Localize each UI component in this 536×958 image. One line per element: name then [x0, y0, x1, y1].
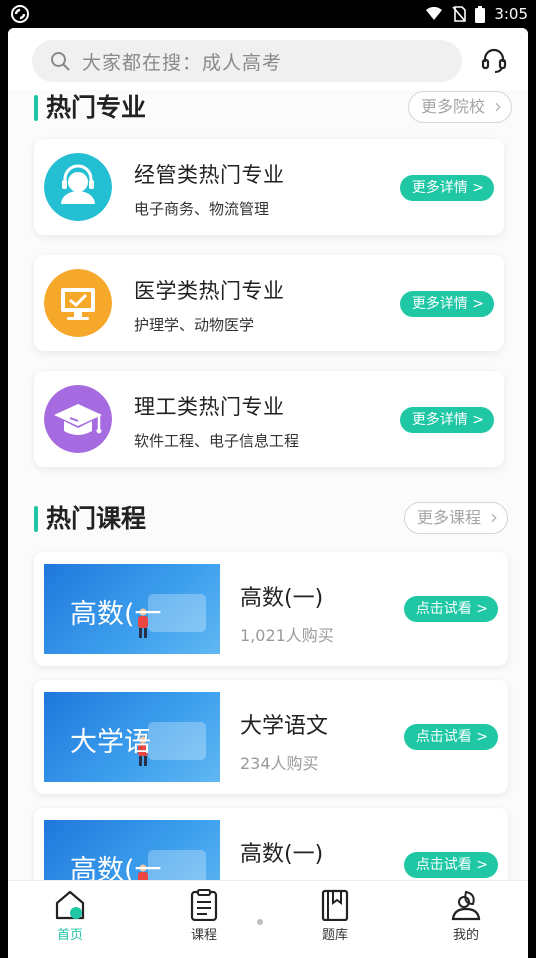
courses-section-title: 热门课程 — [46, 504, 147, 533]
whiteboard-graphic — [148, 722, 206, 760]
bottom-nav: 首页 课程 题库 我的 — [8, 880, 528, 958]
more-details-button[interactable]: 更多详情 > — [399, 175, 494, 201]
majors-section-title: 热门专业 — [46, 93, 147, 122]
course-title: 大学语文 — [240, 714, 329, 739]
monitor-check-icon — [44, 269, 112, 337]
major-card-medical[interactable]: 医学类热门专业 护理学、动物医学 更多详情 > — [34, 255, 504, 351]
person-leaf-icon — [451, 890, 481, 921]
nav-item-profile[interactable]: 我的 — [426, 889, 506, 943]
header-bar: 大家都在搜：成人高考 — [8, 28, 528, 90]
nav-item-question-bank[interactable]: 题库 — [295, 889, 375, 943]
course-purchases: 1,021人购买 — [240, 626, 334, 645]
course-title: 高数(一) — [240, 586, 324, 611]
preview-button[interactable]: 点击试看 > — [403, 596, 498, 622]
more-courses-label: 更多课程 — [416, 508, 481, 527]
major-subtitle: 电子商务、物流管理 — [134, 200, 270, 218]
major-subtitle: 软件工程、电子信息工程 — [134, 432, 300, 450]
graduation-cap-icon — [44, 385, 112, 453]
nav-label-home: 首页 — [56, 928, 83, 943]
search-icon — [51, 52, 70, 71]
courses-section-header: 热门课程 更多课程 › — [34, 502, 508, 536]
more-schools-label: 更多院校 — [420, 97, 485, 116]
app-screen: 大家都在搜：成人高考 热门专业 更多院校 › 经管类热门专业 电子商务、物流管理… — [8, 28, 528, 958]
more-details-button[interactable]: 更多详情 > — [399, 291, 494, 317]
major-card-engineering[interactable]: 理工类热门专业 软件工程、电子信息工程 更多详情 > — [34, 371, 504, 467]
app-notification-icon — [11, 5, 29, 23]
no-sim-icon — [452, 6, 467, 22]
clipboard-icon — [190, 889, 218, 921]
major-card-business[interactable]: 经管类热门专业 电子商务、物流管理 更多详情 > — [34, 139, 504, 235]
chevron-right-icon: › — [490, 505, 498, 529]
majors-section-header: 热门专业 更多院校 › — [34, 91, 512, 125]
battery-icon — [475, 5, 486, 23]
search-input[interactable]: 大家都在搜：成人高考 — [32, 40, 462, 82]
nav-label-profile: 我的 — [452, 928, 479, 943]
thumbnail-text: 高数(一 — [70, 599, 162, 630]
major-title: 经管类热门专业 — [134, 163, 285, 187]
customer-service-icon[interactable] — [480, 46, 508, 74]
status-time: 3:05 — [494, 5, 528, 23]
thumbnail-text: 大学语 — [70, 727, 151, 758]
course-thumbnail: 高数(一 — [44, 564, 220, 654]
preview-button[interactable]: 点击试看 > — [403, 724, 498, 750]
major-subtitle: 护理学、动物医学 — [134, 316, 255, 334]
preview-button[interactable]: 点击试看 > — [403, 852, 498, 878]
nav-label-courses: 课程 — [190, 928, 217, 943]
more-details-button[interactable]: 更多详情 > — [399, 407, 494, 433]
nav-label-question-bank: 题库 — [321, 928, 348, 943]
chevron-right-icon: › — [494, 94, 502, 118]
headset-person-icon — [44, 153, 112, 221]
page-indicator-dot — [257, 919, 263, 925]
home-icon — [55, 890, 85, 920]
search-placeholder: 大家都在搜：成人高考 — [82, 51, 283, 74]
bookmark-book-icon — [321, 889, 349, 921]
more-schools-button[interactable]: 更多院校 › — [407, 91, 512, 123]
section-accent-bar — [34, 95, 38, 121]
course-title: 高数(一) — [240, 842, 324, 867]
course-purchases: 234人购买 — [240, 754, 319, 773]
major-title: 医学类热门专业 — [134, 279, 285, 303]
course-thumbnail: 大学语 — [44, 692, 220, 782]
major-title: 理工类热门专业 — [134, 395, 285, 419]
nav-item-courses[interactable]: 课程 — [164, 889, 244, 943]
wifi-icon — [426, 7, 443, 20]
course-card[interactable]: 高数(一 高数(一) 1,021人购买 点击试看 > — [34, 552, 508, 666]
course-card[interactable]: 大学语 大学语文 234人购买 点击试看 > — [34, 680, 508, 794]
nav-item-home[interactable]: 首页 — [30, 889, 110, 943]
section-accent-bar — [34, 506, 38, 532]
more-courses-button[interactable]: 更多课程 › — [403, 502, 508, 534]
status-bar: 3:05 — [0, 0, 536, 28]
